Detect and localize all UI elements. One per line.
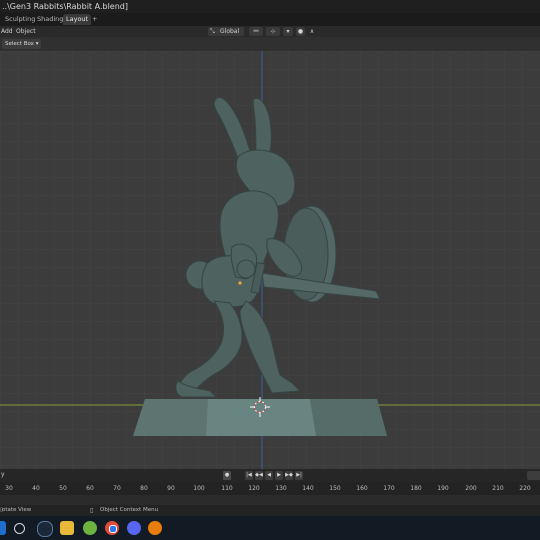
frame-tick: 170 bbox=[383, 485, 395, 492]
record-button[interactable]: ● bbox=[223, 471, 231, 480]
frame-tick: 190 bbox=[437, 485, 449, 492]
chrome-icon[interactable] bbox=[105, 521, 119, 535]
falloff-button[interactable]: ∧ bbox=[307, 27, 317, 36]
timeline-left-label: y bbox=[1, 471, 5, 478]
record-icon: ● bbox=[224, 472, 230, 478]
frame-tick: 70 bbox=[113, 485, 121, 492]
snap-options-button[interactable]: ▾ bbox=[283, 27, 293, 36]
proportional-edit-icon: ● bbox=[297, 28, 304, 35]
frame-tick: 220 bbox=[519, 485, 531, 492]
frame-tick: 110 bbox=[221, 485, 233, 492]
jump-start-icon: |◀ bbox=[246, 472, 252, 478]
menu-add[interactable]: Add bbox=[1, 26, 13, 37]
base-plinth[interactable] bbox=[133, 399, 387, 436]
play-icon: ▶ bbox=[277, 472, 281, 478]
jump-end-button[interactable]: ▶| bbox=[295, 471, 303, 480]
tab-add-workspace[interactable]: + bbox=[89, 14, 100, 25]
play-reverse-button[interactable]: ◀ bbox=[265, 471, 273, 480]
frame-tick: 30 bbox=[5, 485, 13, 492]
tool-header bbox=[0, 37, 540, 51]
frame-tick: 120 bbox=[248, 485, 260, 492]
menu-object[interactable]: Object bbox=[16, 26, 36, 37]
tab-layout[interactable]: Layout bbox=[63, 14, 92, 25]
pivot-icon: ⚯ bbox=[253, 28, 259, 35]
windows-icon[interactable] bbox=[0, 521, 6, 535]
status-bar: ▯ otate View ▯ Object Context Menu bbox=[0, 505, 540, 516]
3d-viewport[interactable] bbox=[0, 51, 540, 469]
workspace-tabs: Sculpting Shading Layout + bbox=[0, 13, 540, 26]
window-title-bar: ..\Gen3 Rabbits\Rabbit A.blend] bbox=[0, 0, 540, 13]
chevron-down-icon: ▾ bbox=[35, 41, 39, 47]
discord-icon[interactable] bbox=[127, 521, 141, 535]
pivot-point-button[interactable]: ⚯ bbox=[249, 27, 263, 36]
frame-tick: 130 bbox=[275, 485, 287, 492]
transform-orientation-dropdown[interactable]: ⤡ Global bbox=[208, 27, 244, 36]
play-reverse-icon: ◀ bbox=[267, 472, 271, 478]
frame-tick: 150 bbox=[329, 485, 341, 492]
play-button[interactable]: ▶ bbox=[275, 471, 283, 480]
frame-tick: 140 bbox=[302, 485, 314, 492]
frame-tick: 50 bbox=[59, 485, 67, 492]
frame-tick: 180 bbox=[410, 485, 422, 492]
frame-tick: 80 bbox=[140, 485, 148, 492]
viewport-header: Add Object ⤡ Global ⚯ ⊹ ▾ ● ∧ bbox=[0, 26, 540, 37]
status-context-menu: Object Context Menu bbox=[100, 507, 159, 513]
os-taskbar bbox=[0, 516, 540, 540]
select-box-label: Select Box bbox=[5, 41, 34, 47]
steam-icon[interactable] bbox=[37, 521, 53, 537]
object-origin bbox=[238, 281, 242, 285]
chevron-down-icon: ▾ bbox=[286, 28, 290, 35]
file-explorer-icon[interactable] bbox=[60, 521, 74, 535]
tab-shading[interactable]: Shading bbox=[34, 14, 66, 25]
frame-tick: 160 bbox=[356, 485, 368, 492]
timeline-track[interactable] bbox=[0, 495, 540, 505]
jump-end-icon: ▶| bbox=[296, 472, 302, 478]
frame-tick: 210 bbox=[492, 485, 504, 492]
prev-keyframe-button[interactable]: ◆◀ bbox=[255, 471, 263, 480]
blender-icon[interactable] bbox=[148, 521, 162, 535]
frame-field[interactable] bbox=[527, 471, 540, 480]
chrome-center bbox=[109, 525, 117, 533]
timeline-header: y ● |◀ ◆◀ ◀ ▶ ▶◆ ▶| bbox=[0, 469, 540, 482]
next-keyframe-icon: ▶◆ bbox=[285, 472, 293, 478]
frame-tick: 200 bbox=[465, 485, 477, 492]
frame-tick: 100 bbox=[193, 485, 205, 492]
frame-tick: 90 bbox=[167, 485, 175, 492]
frame-tick: 40 bbox=[32, 485, 40, 492]
mouse-right-icon: ▯ bbox=[90, 507, 94, 514]
tab-sculpting[interactable]: Sculpting bbox=[2, 14, 38, 25]
app-green-icon[interactable] bbox=[83, 521, 97, 535]
prev-keyframe-icon: ◆◀ bbox=[255, 472, 263, 478]
window-title: ..\Gen3 Rabbits\Rabbit A.blend] bbox=[2, 2, 128, 11]
orientation-label: Global bbox=[220, 28, 240, 35]
jump-start-button[interactable]: |◀ bbox=[245, 471, 253, 480]
viewport-canvas[interactable] bbox=[0, 51, 540, 469]
search-icon[interactable] bbox=[14, 523, 25, 534]
next-keyframe-button[interactable]: ▶◆ bbox=[285, 471, 293, 480]
orientation-icon: ⤡ bbox=[210, 28, 215, 35]
snap-icon: ⊹ bbox=[270, 28, 276, 35]
frame-tick: 60 bbox=[86, 485, 94, 492]
snap-button[interactable]: ⊹ bbox=[266, 27, 280, 36]
falloff-icon: ∧ bbox=[309, 28, 315, 35]
status-rotate-view: otate View bbox=[2, 507, 32, 513]
select-box-dropdown[interactable]: Select Box ▾ bbox=[2, 39, 42, 49]
timeline-ruler[interactable]: 30 40 50 60 70 80 90 100 110 120 130 140… bbox=[0, 482, 540, 495]
proportional-edit-button[interactable]: ● bbox=[296, 27, 305, 36]
